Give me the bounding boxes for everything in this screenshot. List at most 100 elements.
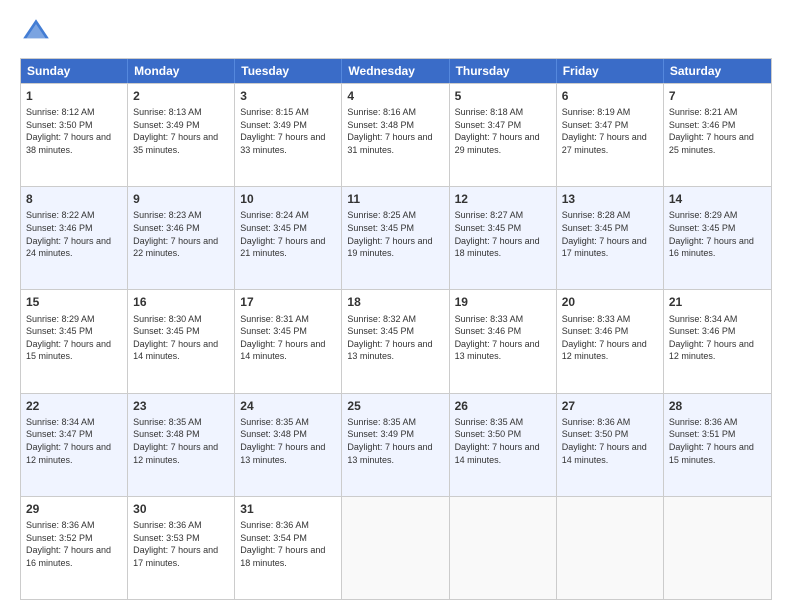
- day-number: 3: [240, 88, 336, 104]
- day-number: 2: [133, 88, 229, 104]
- calendar: SundayMondayTuesdayWednesdayThursdayFrid…: [20, 58, 772, 600]
- week-row-4: 22 Sunrise: 8:34 AMSunset: 3:47 PMDayligh…: [21, 393, 771, 496]
- cal-cell: 21 Sunrise: 8:34 AMSunset: 3:46 PMDayligh…: [664, 290, 771, 392]
- cal-cell: 7Sunrise: 8:21 AMSunset: 3:46 PMDaylight…: [664, 84, 771, 186]
- day-number: 1: [26, 88, 122, 104]
- day-number: 29: [26, 501, 122, 517]
- day-number: 17: [240, 294, 336, 310]
- cal-cell: 2Sunrise: 8:13 AMSunset: 3:49 PMDaylight…: [128, 84, 235, 186]
- day-number: 25: [347, 398, 443, 414]
- day-number: 21: [669, 294, 766, 310]
- header: [20, 16, 772, 48]
- cell-info: Sunrise: 8:35 AMSunset: 3:48 PMDaylight:…: [133, 416, 229, 466]
- cell-info: Sunrise: 8:36 AMSunset: 3:50 PMDaylight:…: [562, 416, 658, 466]
- cal-cell: 1 Sunrise: 8:12 AMSunset: 3:50 PMDaylight…: [21, 84, 128, 186]
- cell-info: Sunrise: 8:33 AMSunset: 3:46 PMDaylight:…: [562, 313, 658, 363]
- cell-info: Sunrise: 8:15 AMSunset: 3:49 PMDaylight:…: [240, 106, 336, 156]
- cal-cell: [342, 497, 449, 599]
- header-day-thursday: Thursday: [450, 59, 557, 83]
- cell-info: Sunrise: 8:36 AMSunset: 3:52 PMDaylight:…: [26, 519, 122, 569]
- cal-cell: 4Sunrise: 8:16 AMSunset: 3:48 PMDaylight…: [342, 84, 449, 186]
- cal-cell: 22 Sunrise: 8:34 AMSunset: 3:47 PMDayligh…: [21, 394, 128, 496]
- day-number: 15: [26, 294, 122, 310]
- cal-cell: 15 Sunrise: 8:29 AMSunset: 3:45 PMDayligh…: [21, 290, 128, 392]
- cell-info: Sunrise: 8:29 AMSunset: 3:45 PMDaylight:…: [26, 313, 122, 363]
- day-number: 14: [669, 191, 766, 207]
- cal-cell: 12Sunrise: 8:27 AMSunset: 3:45 PMDayligh…: [450, 187, 557, 289]
- cal-cell: 14 Sunrise: 8:29 AMSunset: 3:45 PMDayligh…: [664, 187, 771, 289]
- logo: [20, 16, 56, 48]
- cal-cell: 27Sunrise: 8:36 AMSunset: 3:50 PMDayligh…: [557, 394, 664, 496]
- page: SundayMondayTuesdayWednesdayThursdayFrid…: [0, 0, 792, 612]
- cal-cell: 30 Sunrise: 8:36 AMSunset: 3:53 PMDayligh…: [128, 497, 235, 599]
- week-row-1: 1 Sunrise: 8:12 AMSunset: 3:50 PMDaylight…: [21, 83, 771, 186]
- cal-cell: 23 Sunrise: 8:35 AMSunset: 3:48 PMDayligh…: [128, 394, 235, 496]
- cal-cell: 18 Sunrise: 8:32 AMSunset: 3:45 PMDayligh…: [342, 290, 449, 392]
- header-day-monday: Monday: [128, 59, 235, 83]
- cell-info: Sunrise: 8:12 AMSunset: 3:50 PMDaylight:…: [26, 106, 122, 156]
- cal-cell: [557, 497, 664, 599]
- logo-icon: [20, 16, 52, 48]
- cal-cell: 20 Sunrise: 8:33 AMSunset: 3:46 PMDayligh…: [557, 290, 664, 392]
- day-number: 19: [455, 294, 551, 310]
- cal-cell: 31 Sunrise: 8:36 AMSunset: 3:54 PMDayligh…: [235, 497, 342, 599]
- cell-info: Sunrise: 8:21 AMSunset: 3:46 PMDaylight:…: [669, 106, 766, 156]
- cell-info: Sunrise: 8:19 AMSunset: 3:47 PMDaylight:…: [562, 106, 658, 156]
- cal-cell: 13Sunrise: 8:28 AMSunset: 3:45 PMDayligh…: [557, 187, 664, 289]
- cell-info: Sunrise: 8:22 AMSunset: 3:46 PMDaylight:…: [26, 209, 122, 259]
- day-number: 5: [455, 88, 551, 104]
- cell-info: Sunrise: 8:32 AMSunset: 3:45 PMDaylight:…: [347, 313, 443, 363]
- cell-info: Sunrise: 8:36 AMSunset: 3:53 PMDaylight:…: [133, 519, 229, 569]
- cell-info: Sunrise: 8:25 AMSunset: 3:45 PMDaylight:…: [347, 209, 443, 259]
- cell-info: Sunrise: 8:33 AMSunset: 3:46 PMDaylight:…: [455, 313, 551, 363]
- cal-cell: 28 Sunrise: 8:36 AMSunset: 3:51 PMDayligh…: [664, 394, 771, 496]
- calendar-body: 1 Sunrise: 8:12 AMSunset: 3:50 PMDaylight…: [21, 83, 771, 599]
- cell-info: Sunrise: 8:36 AMSunset: 3:51 PMDaylight:…: [669, 416, 766, 466]
- day-number: 22: [26, 398, 122, 414]
- cell-info: Sunrise: 8:30 AMSunset: 3:45 PMDaylight:…: [133, 313, 229, 363]
- cal-cell: [450, 497, 557, 599]
- day-number: 9: [133, 191, 229, 207]
- cal-cell: 24 Sunrise: 8:35 AMSunset: 3:48 PMDayligh…: [235, 394, 342, 496]
- cell-info: Sunrise: 8:29 AMSunset: 3:45 PMDaylight:…: [669, 209, 766, 259]
- day-number: 16: [133, 294, 229, 310]
- day-number: 30: [133, 501, 229, 517]
- cal-cell: 10 Sunrise: 8:24 AMSunset: 3:45 PMDayligh…: [235, 187, 342, 289]
- cal-cell: [664, 497, 771, 599]
- cal-cell: 29 Sunrise: 8:36 AMSunset: 3:52 PMDayligh…: [21, 497, 128, 599]
- day-number: 28: [669, 398, 766, 414]
- day-number: 6: [562, 88, 658, 104]
- day-number: 23: [133, 398, 229, 414]
- cell-info: Sunrise: 8:34 AMSunset: 3:46 PMDaylight:…: [669, 313, 766, 363]
- cell-info: Sunrise: 8:23 AMSunset: 3:46 PMDaylight:…: [133, 209, 229, 259]
- cal-cell: 6 Sunrise: 8:19 AMSunset: 3:47 PMDaylight…: [557, 84, 664, 186]
- cell-info: Sunrise: 8:35 AMSunset: 3:50 PMDaylight:…: [455, 416, 551, 466]
- day-number: 18: [347, 294, 443, 310]
- cell-info: Sunrise: 8:36 AMSunset: 3:54 PMDaylight:…: [240, 519, 336, 569]
- day-number: 20: [562, 294, 658, 310]
- day-number: 24: [240, 398, 336, 414]
- cell-info: Sunrise: 8:24 AMSunset: 3:45 PMDaylight:…: [240, 209, 336, 259]
- cell-info: Sunrise: 8:28 AMSunset: 3:45 PMDaylight:…: [562, 209, 658, 259]
- header-day-wednesday: Wednesday: [342, 59, 449, 83]
- day-number: 10: [240, 191, 336, 207]
- week-row-3: 15 Sunrise: 8:29 AMSunset: 3:45 PMDayligh…: [21, 289, 771, 392]
- header-day-saturday: Saturday: [664, 59, 771, 83]
- cell-info: Sunrise: 8:31 AMSunset: 3:45 PMDaylight:…: [240, 313, 336, 363]
- header-day-friday: Friday: [557, 59, 664, 83]
- cal-cell: 8 Sunrise: 8:22 AMSunset: 3:46 PMDaylight…: [21, 187, 128, 289]
- header-day-tuesday: Tuesday: [235, 59, 342, 83]
- cal-cell: 3 Sunrise: 8:15 AMSunset: 3:49 PMDaylight…: [235, 84, 342, 186]
- cal-cell: 16 Sunrise: 8:30 AMSunset: 3:45 PMDayligh…: [128, 290, 235, 392]
- cal-cell: 25Sunrise: 8:35 AMSunset: 3:49 PMDayligh…: [342, 394, 449, 496]
- week-row-2: 8 Sunrise: 8:22 AMSunset: 3:46 PMDaylight…: [21, 186, 771, 289]
- header-day-sunday: Sunday: [21, 59, 128, 83]
- cal-cell: 5Sunrise: 8:18 AMSunset: 3:47 PMDaylight…: [450, 84, 557, 186]
- cell-info: Sunrise: 8:35 AMSunset: 3:48 PMDaylight:…: [240, 416, 336, 466]
- day-number: 8: [26, 191, 122, 207]
- cell-info: Sunrise: 8:27 AMSunset: 3:45 PMDaylight:…: [455, 209, 551, 259]
- cell-info: Sunrise: 8:34 AMSunset: 3:47 PMDaylight:…: [26, 416, 122, 466]
- day-number: 31: [240, 501, 336, 517]
- cal-cell: 26Sunrise: 8:35 AMSunset: 3:50 PMDayligh…: [450, 394, 557, 496]
- cal-cell: 19 Sunrise: 8:33 AMSunset: 3:46 PMDayligh…: [450, 290, 557, 392]
